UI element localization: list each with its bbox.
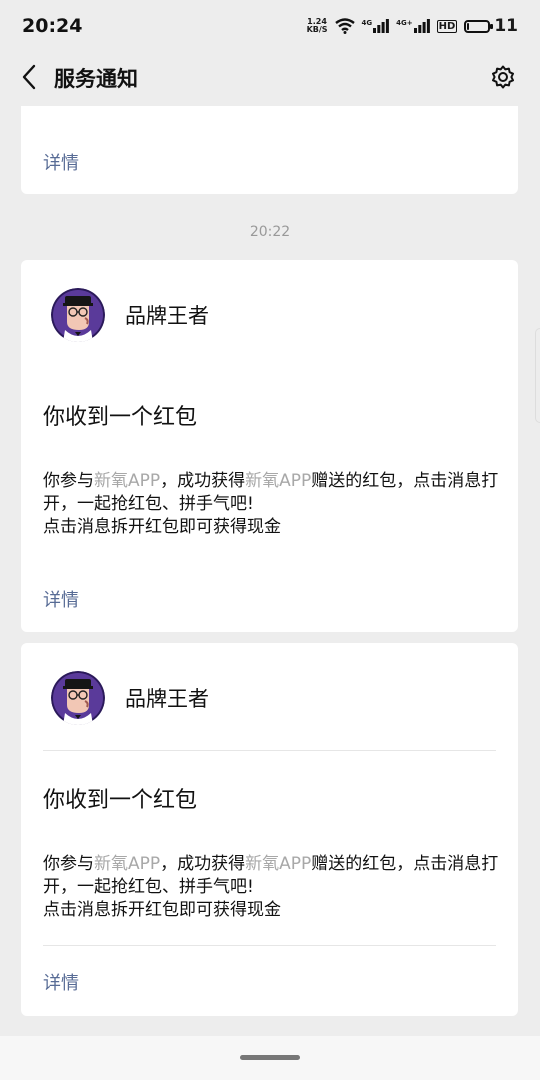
- back-button[interactable]: [14, 62, 44, 92]
- chevron-left-icon: [22, 64, 36, 90]
- side-panel-handle[interactable]: [535, 328, 540, 423]
- nav-bar: 服务通知: [0, 52, 540, 102]
- signal-1-label: 4G: [361, 19, 373, 27]
- avatar-image: [51, 671, 105, 725]
- message-timestamp: 20:22: [249, 224, 291, 240]
- message-header[interactable]: 品牌王者: [51, 288, 209, 342]
- details-link[interactable]: 详情: [43, 149, 79, 175]
- avatar[interactable]: [51, 671, 105, 725]
- app-name: 新氧APP: [245, 471, 312, 491]
- page-title: 服务通知: [54, 67, 138, 91]
- sender-name: 品牌王者: [125, 687, 209, 711]
- gear-icon: [492, 65, 514, 89]
- message-body: 你参与新氧APP，成功获得新氧APP赠送的红包，点击消息打开，一起抢红包、拼手气…: [43, 470, 503, 539]
- avatar-image: [51, 288, 105, 342]
- sender-name: 品牌王者: [125, 304, 209, 328]
- battery-icon: [464, 19, 494, 33]
- status-bar: 20:24 1.24 KB/S 4G 4G+ HD 11: [0, 0, 540, 52]
- status-icons: 1.24 KB/S 4G 4G+ HD 11: [307, 16, 518, 36]
- battery-fill: [467, 22, 470, 30]
- message-header[interactable]: 品牌王者: [51, 671, 209, 725]
- app-name: 新氧APP: [94, 854, 161, 874]
- message-title: 你收到一个红包: [43, 405, 198, 430]
- signal-bars-icon: [373, 19, 390, 33]
- gesture-bar: [0, 1036, 540, 1080]
- divider: [43, 750, 496, 751]
- app-name: 新氧APP: [94, 471, 161, 491]
- settings-button[interactable]: [488, 62, 518, 92]
- details-link[interactable]: 详情: [43, 969, 79, 995]
- body-text-line2: 点击消息拆开红包即可获得现金: [43, 517, 281, 537]
- message-body: 你参与新氧APP，成功获得新氧APP赠送的红包，点击消息打开，一起抢红包、拼手气…: [43, 853, 503, 922]
- message-card[interactable]: 品牌王者 你收到一个红包 你参与新氧APP，成功获得新氧APP赠送的红包，点击消…: [21, 260, 518, 632]
- signal-2-label: 4G+: [396, 19, 413, 27]
- wifi-icon: [334, 18, 355, 34]
- hd-icon: HD: [436, 19, 458, 33]
- body-text: 你参与: [43, 471, 94, 491]
- message-title: 你收到一个红包: [43, 788, 198, 813]
- details-link[interactable]: 详情: [43, 586, 79, 612]
- avatar[interactable]: [51, 288, 105, 342]
- message-list[interactable]: 详情 20:22 品牌王者 你收到一个红包 你参与新氧APP，成功获得新氧APP…: [0, 106, 540, 1036]
- network-speed: 1.24 KB/S: [307, 18, 328, 34]
- app-name: 新氧APP: [245, 854, 312, 874]
- signal-bars-icon: [413, 19, 430, 33]
- message-card[interactable]: 详情: [21, 106, 518, 194]
- body-text: ，成功获得: [160, 854, 246, 874]
- status-time: 20:24: [22, 15, 83, 37]
- body-text: 你参与: [43, 854, 94, 874]
- body-text: ，成功获得: [160, 471, 246, 491]
- battery: 11: [464, 16, 518, 36]
- home-indicator[interactable]: [240, 1055, 300, 1060]
- message-card[interactable]: 品牌王者 你收到一个红包 你参与新氧APP，成功获得新氧APP赠送的红包，点击消…: [21, 643, 518, 1016]
- signal-1: 4G: [362, 19, 390, 33]
- network-speed-unit: KB/S: [306, 25, 328, 34]
- signal-2: 4G+: [396, 19, 430, 33]
- divider: [43, 945, 496, 946]
- body-text-line2: 点击消息拆开红包即可获得现金: [43, 900, 281, 920]
- battery-level: 11: [494, 16, 518, 36]
